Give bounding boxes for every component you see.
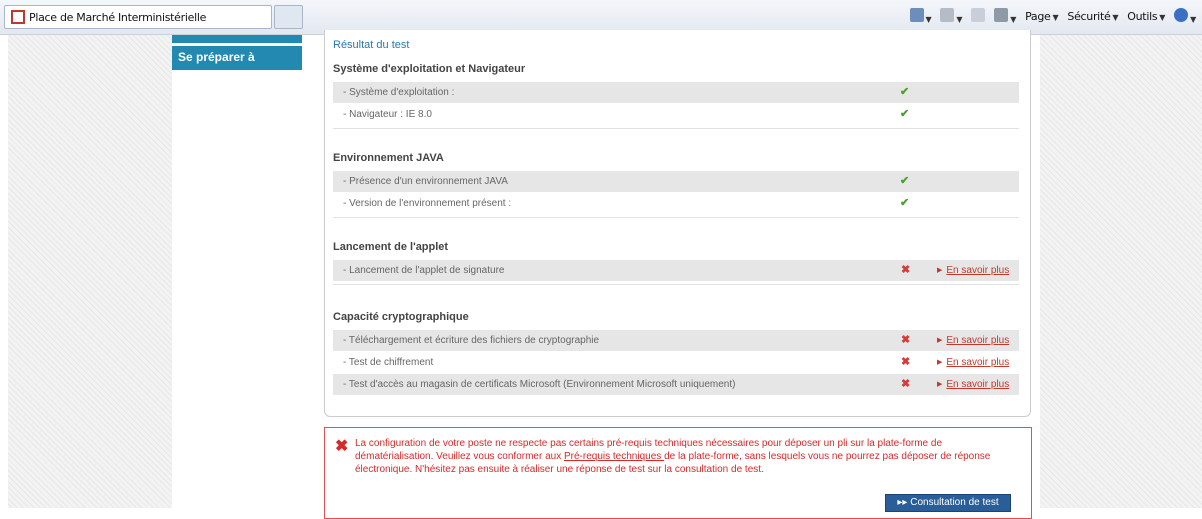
section-divider xyxy=(333,128,1019,129)
feeds-icon xyxy=(940,8,955,22)
check-icon: ✔ xyxy=(900,175,910,187)
test-row-label: - Test de chiffrement xyxy=(343,357,434,368)
result-title: Résultat du test xyxy=(333,39,410,51)
page-left-border xyxy=(0,35,8,508)
tab-title: Place de Marché Interministérielle xyxy=(29,10,207,24)
section-divider xyxy=(333,217,1019,218)
test-row: - Téléchargement et écriture des fichier… xyxy=(333,330,1019,351)
sidebar-item-prepare[interactable]: Se préparer à répondre xyxy=(172,46,302,86)
section-title: Capacité cryptographique xyxy=(333,311,469,323)
cross-icon: ✖ xyxy=(901,264,911,276)
test-row-label: - Système d'exploitation : xyxy=(343,87,455,98)
test-consultation-button[interactable]: ▸▸ Consultation de test xyxy=(885,494,1011,512)
learn-more-link[interactable]: En savoir plus xyxy=(937,357,1009,368)
command-bar: ▼ ▼ ▼ Page ▼ Sécurité ▼ Outils ▼ ▼ xyxy=(909,8,1196,25)
section-divider xyxy=(333,284,1019,285)
print-button[interactable]: ▼ xyxy=(994,8,1016,25)
mail-icon xyxy=(971,8,986,22)
menu-security[interactable]: Sécurité ▼ xyxy=(1067,10,1118,23)
site-favicon-icon xyxy=(11,10,25,24)
cross-icon: ✖ xyxy=(901,378,911,390)
test-row: - Système d'exploitation : ✔ xyxy=(333,82,1019,103)
test-row: - Test d'accès au magasin de certificats… xyxy=(333,374,1019,395)
section-title: Système d'exploitation et Navigateur xyxy=(333,63,526,75)
check-icon: ✔ xyxy=(900,197,910,209)
cross-icon: ✖ xyxy=(901,356,911,368)
test-row-label: - Présence d'un environnement JAVA xyxy=(343,176,508,187)
test-row: - Version de l'environnement présent : ✔ xyxy=(333,193,1019,214)
test-row: - Lancement de l'applet de signature ✖ En … xyxy=(333,260,1019,281)
test-row-label: - Version de l'environnement présent : xyxy=(343,198,512,209)
learn-more-link[interactable]: En savoir plus xyxy=(937,265,1009,276)
cross-icon: ✖ xyxy=(901,334,911,346)
check-icon: ✔ xyxy=(900,108,910,120)
section-title: Environnement JAVA xyxy=(333,152,444,164)
test-row: - Test de chiffrement ✖ En savoir plus xyxy=(333,352,1019,373)
test-row: - Présence d'un environnement JAVA ✔ xyxy=(333,171,1019,192)
help-icon xyxy=(1174,8,1189,22)
learn-more-link[interactable]: En savoir plus xyxy=(937,379,1009,390)
help-button[interactable]: ▼ xyxy=(1174,8,1196,25)
prerequisites-link[interactable]: Pré-requis techniques xyxy=(564,451,664,462)
double-arrow-icon: ▸▸ xyxy=(897,497,911,508)
test-row-label: - Test d'accès au magasin de certificats… xyxy=(343,379,736,390)
test-row-label: - Téléchargement et écriture des fichier… xyxy=(343,335,600,346)
new-tab-button[interactable] xyxy=(274,5,303,29)
test-row: - Navigateur : IE 8.0 ✔ xyxy=(333,104,1019,125)
learn-more-link[interactable]: En savoir plus xyxy=(937,335,1009,346)
mail-button[interactable] xyxy=(971,8,986,25)
section-title: Lancement de l'applet xyxy=(333,241,449,253)
menu-tools[interactable]: Outils ▼ xyxy=(1127,10,1165,23)
browser-tab[interactable]: Place de Marché Interministérielle xyxy=(4,5,272,29)
home-icon xyxy=(909,8,924,22)
home-button[interactable]: ▼ xyxy=(909,8,932,25)
print-icon xyxy=(994,8,1009,22)
feeds-button[interactable]: ▼ xyxy=(940,8,963,25)
menu-page[interactable]: Page ▼ xyxy=(1025,10,1059,23)
sidebar-item-previous[interactable] xyxy=(172,35,302,43)
check-icon: ✔ xyxy=(900,86,910,98)
test-row-label: - Lancement de l'applet de signature xyxy=(343,265,505,276)
error-message: La configuration de votre poste ne respe… xyxy=(355,438,991,475)
test-row-label: - Navigateur : IE 8.0 xyxy=(343,109,432,120)
error-cross-icon: ✖ xyxy=(335,438,349,455)
